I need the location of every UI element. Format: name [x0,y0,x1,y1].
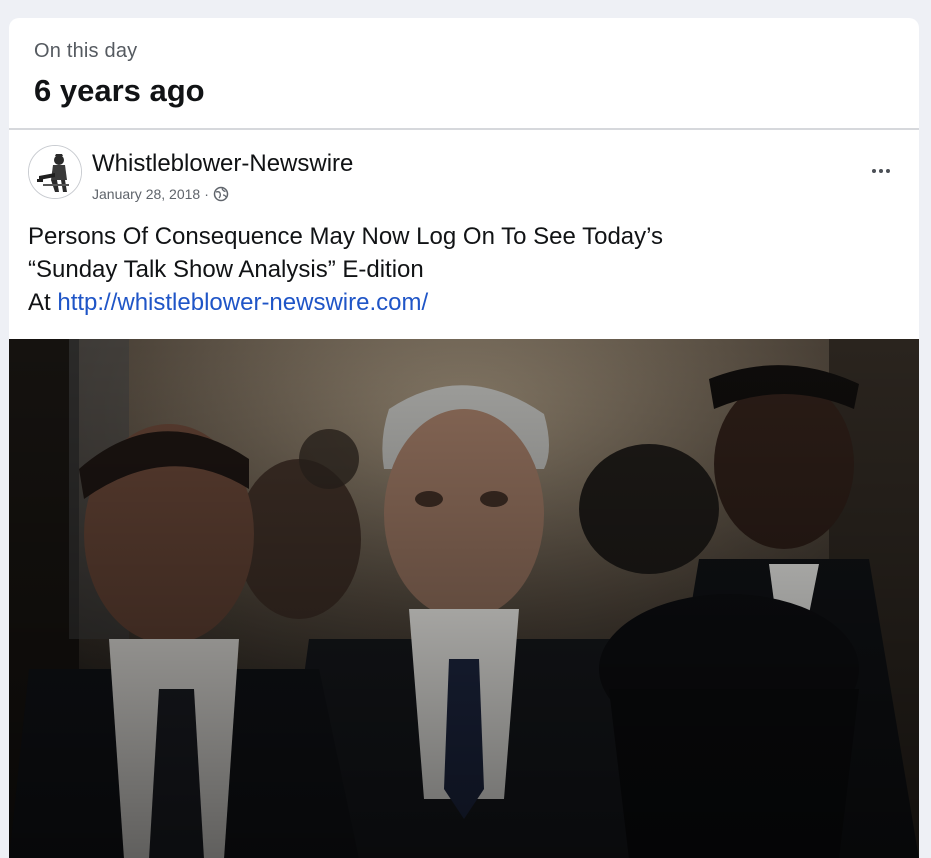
globe-icon [213,186,229,202]
post-text-line-3: At http://whistleblower-newswire.com/ [28,286,919,319]
post-meta: January 28, 2018 · [92,186,229,202]
post-text: Persons Of Consequence May Now Log On To… [9,220,919,340]
post-header: Whistleblower-Newswire January 28, 2018 … [9,130,919,216]
memory-kicker: On this day [34,40,138,62]
post-link[interactable]: http://whistleblower-newswire.com/ [57,289,428,316]
post-date-link[interactable]: January 28, 2018 [92,186,200,202]
avatar[interactable] [28,145,82,199]
meta-separator: · [204,186,209,202]
post-photo[interactable] [9,339,919,858]
more-options-icon[interactable] [869,164,893,176]
post-text-line-2: “Sunday Talk Show Analysis” E-dition [28,256,424,283]
memory-header: On this day 6 years ago [9,18,919,130]
memory-title: 6 years ago [34,73,205,108]
memory-card: On this day 6 years ago Whistleblower-Ne… [9,18,919,858]
page-logo-icon [29,146,81,198]
photo-image [9,339,919,858]
post-author-link[interactable]: Whistleblower-Newswire [92,150,353,178]
post-text-prefix: At [28,289,58,316]
post-text-line-1: Persons Of Consequence May Now Log On To… [28,223,664,250]
